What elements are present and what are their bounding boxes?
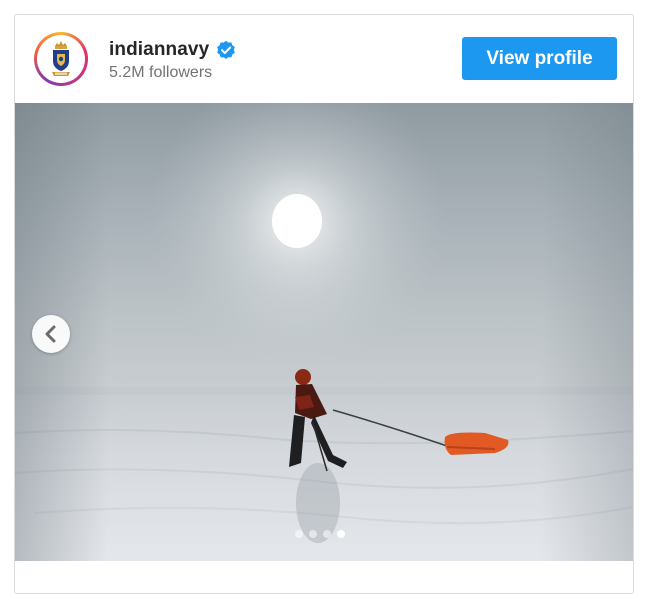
carousel-dot-active [337, 530, 345, 538]
avatar-image [37, 35, 85, 83]
chevron-left-icon [45, 325, 56, 343]
view-profile-button[interactable]: View profile [462, 37, 617, 80]
post-media[interactable] [15, 103, 633, 561]
instagram-embed-card: indiannavy 5.2M followers View profile [14, 14, 634, 594]
carousel-dot [295, 530, 303, 538]
carousel-dot [309, 530, 317, 538]
profile-avatar[interactable] [34, 32, 88, 86]
indian-navy-crest-icon [39, 37, 83, 81]
username-link[interactable]: indiannavy [109, 39, 209, 61]
carousel-indicator [295, 530, 345, 538]
carousel-prev-button[interactable] [32, 315, 70, 353]
antarctic-expedition-photo [15, 103, 633, 561]
verified-badge-icon [217, 40, 236, 59]
carousel-dot [323, 530, 331, 538]
follower-count: 5.2M followers [109, 64, 213, 81]
post-header: indiannavy 5.2M followers View profile [15, 15, 633, 103]
username-row: indiannavy [109, 38, 236, 62]
